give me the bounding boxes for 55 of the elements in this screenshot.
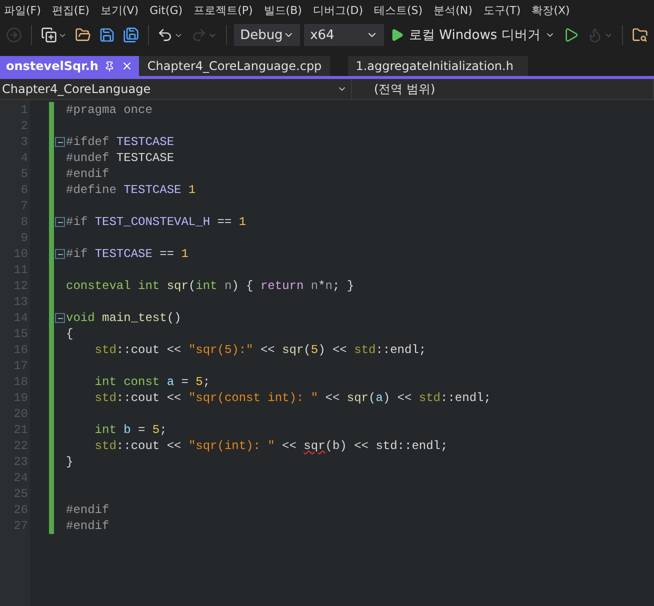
- menu-item[interactable]: Git(G): [150, 4, 183, 16]
- configuration-dropdown[interactable]: x64: [304, 24, 384, 46]
- code-line: #undef TESTCASE: [66, 151, 174, 165]
- new-project-icon: [40, 27, 57, 43]
- code-line: #ifdef TESTCASE: [66, 135, 174, 149]
- configuration-dropdown[interactable]: Debug: [234, 24, 300, 46]
- collapse-icon[interactable]: [55, 137, 65, 147]
- menu-item[interactable]: 디버그(D): [312, 2, 363, 18]
- save-all-icon: [122, 27, 139, 43]
- menu-item[interactable]: 편집(E): [52, 2, 90, 18]
- flame-icon: [587, 27, 604, 43]
- menu-item[interactable]: 도구(T): [483, 2, 521, 18]
- menu-item[interactable]: 테스트(S): [374, 2, 423, 18]
- code-line: {: [66, 327, 74, 341]
- file-tab[interactable]: onstevelSqr.h: [0, 56, 140, 76]
- menu-item[interactable]: 빌드(B): [264, 2, 302, 18]
- file-tab[interactable]: 1.aggregateInitialization.h: [348, 56, 528, 76]
- code-line: #endif: [66, 167, 110, 181]
- code-line: #pragma once: [66, 103, 152, 117]
- code-line: }: [66, 455, 74, 469]
- play-outline-icon: [563, 27, 580, 43]
- code-line: std::cout << "sqr(int): " << sqr(b) << std::endl;: [94, 439, 448, 453]
- play-icon: [390, 28, 404, 42]
- close-icon[interactable]: [121, 60, 134, 72]
- file-tab[interactable]: Chapter4_CoreLanguage.cpp: [139, 56, 330, 76]
- collapse-icon[interactable]: [55, 217, 65, 227]
- code-line: #if TESTCASE == 1: [66, 247, 188, 261]
- code-line: std::cout << "sqr(5):" << sqr(5) << std::endl;: [94, 343, 426, 357]
- code-line: int b = 5;: [94, 423, 167, 437]
- code-line: void main_test(): [66, 311, 182, 325]
- project-dropdown[interactable]: Chapter4_CoreLanguage: [0, 79, 352, 99]
- collapse-icon[interactable]: [55, 249, 65, 259]
- save-icon: [98, 27, 115, 43]
- code-line: consteval int sqr(int n) { return n*n; }: [66, 279, 354, 293]
- start-debugging-button[interactable]: 로컬 Windows 디버거: [388, 24, 558, 46]
- collapse-icon[interactable]: [55, 313, 65, 323]
- open-folder-icon: [74, 27, 91, 43]
- forward-icon: [6, 27, 22, 43]
- code-line: #endif: [66, 519, 110, 533]
- folder-search-icon: [632, 27, 648, 43]
- menu-item[interactable]: 확장(X): [532, 2, 570, 18]
- menu-item[interactable]: 파일(F): [4, 2, 41, 18]
- code-line: std::cout << "sqr(const int): " << sqr(a) << std::endl;: [94, 391, 491, 405]
- code-line: #if TEST_CONSTEVAL_H == 1: [66, 215, 246, 229]
- code-line: #endif: [66, 503, 110, 517]
- save-all-button[interactable]: [120, 25, 141, 45]
- menu-item[interactable]: 분석(N): [434, 2, 472, 18]
- redo-icon: [191, 27, 208, 43]
- pin-icon[interactable]: [104, 60, 116, 72]
- code-line: int const a = 5;: [94, 375, 210, 389]
- undo-icon: [157, 27, 174, 43]
- menu-item[interactable]: 보기(V): [100, 2, 139, 18]
- code-line: #define TESTCASE 1: [66, 183, 196, 197]
- menu-item[interactable]: 프로젝트(P): [194, 2, 253, 18]
- scope-dropdown[interactable]: (전역 범위): [352, 79, 654, 99]
